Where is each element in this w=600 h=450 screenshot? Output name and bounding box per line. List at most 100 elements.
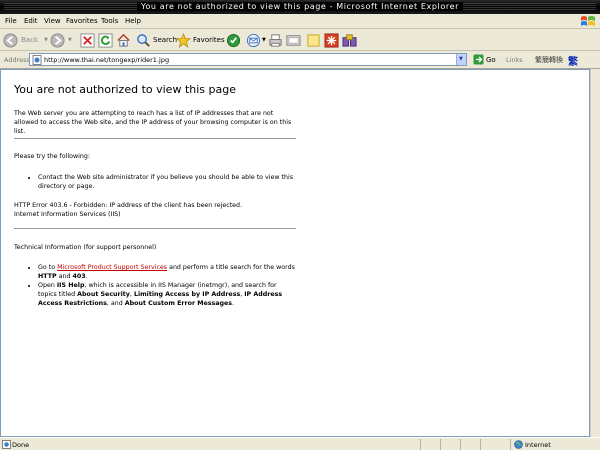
- page-icon: [32, 55, 42, 65]
- messenger-button[interactable]: [324, 31, 339, 49]
- error-page: You are not authorized to view this page…: [14, 83, 296, 308]
- tech-item-text: .: [85, 273, 88, 280]
- menu-file[interactable]: File: [5, 17, 17, 25]
- tech-item-text: Open: [38, 282, 57, 289]
- favorites-label: Favorites: [193, 36, 225, 44]
- tech-item-support: Go to Microsoft Product Support Services…: [38, 263, 296, 281]
- home-button[interactable]: [116, 31, 131, 49]
- stop-button[interactable]: [80, 31, 95, 49]
- menu-tools[interactable]: Tools: [101, 17, 118, 25]
- keyword-http: HTTP: [38, 273, 57, 280]
- traditional-chinese-button[interactable]: 繁: [568, 53, 578, 68]
- go-label: Go: [486, 55, 496, 64]
- topic-limiting-access: Limiting Access by IP Address: [133, 291, 241, 298]
- address-bar: Address http://www.thai.net/tongexp/ride…: [0, 51, 600, 69]
- page-status-icon: [2, 440, 11, 449]
- edit-page-icon: [286, 34, 301, 46]
- forward-dropdown-icon[interactable]: ▼: [68, 37, 72, 43]
- zone-label: Internet: [525, 441, 551, 449]
- home-icon: [117, 33, 130, 47]
- go-arrow-icon: [473, 54, 484, 65]
- research-button[interactable]: [342, 31, 357, 49]
- content-area[interactable]: You are not authorized to view this page…: [0, 69, 590, 437]
- status-divider: [440, 439, 441, 450]
- media-button[interactable]: [226, 31, 241, 49]
- tech-info-label: Technical Information (for support perso…: [14, 244, 157, 251]
- server-name-text: Internet Information Services (IIS): [14, 211, 121, 218]
- window-title-container: You are not authorized to view this page…: [0, 2, 600, 11]
- forward-arrow-icon: [50, 32, 65, 48]
- favorites-star-icon: [176, 32, 191, 48]
- security-zone[interactable]: Internet: [510, 439, 600, 450]
- keyword-403: 403: [72, 273, 86, 280]
- tech-item-text: Go to: [38, 264, 58, 271]
- windows-logo-icon: [581, 16, 595, 26]
- menu-bar: File Edit View Favorites Tools Help: [0, 14, 600, 29]
- messenger-icon: [324, 32, 339, 48]
- status-bar: Done Internet: [0, 437, 600, 450]
- forward-button[interactable]: ▼: [50, 31, 72, 49]
- research-icon: [342, 33, 357, 47]
- menu-view[interactable]: View: [44, 17, 61, 25]
- discuss-button[interactable]: [306, 31, 321, 49]
- suggestion-list: Contact the Web site administrator if yo…: [38, 173, 296, 191]
- status-text: Done: [12, 441, 30, 449]
- edit-button[interactable]: [286, 31, 301, 49]
- refresh-icon: [98, 32, 113, 48]
- mail-dropdown-icon[interactable]: ▼: [262, 37, 266, 43]
- topic-custom-errors: About Custom Error Messages: [124, 300, 233, 307]
- vertical-scrollbar[interactable]: [590, 69, 600, 437]
- page-heading: You are not authorized to view this page: [14, 83, 236, 96]
- toolbar: Back ▼ ▼ Search Favorites ▼: [0, 29, 600, 51]
- tech-item-iis-help: Open IIS Help, which is accessible in II…: [38, 281, 296, 308]
- chinese-convert-button[interactable]: 繁簡轉換: [535, 55, 563, 65]
- back-arrow-icon: [3, 32, 18, 48]
- back-button[interactable]: Back ▼: [3, 31, 48, 49]
- address-dropdown-button[interactable]: ▼: [456, 54, 466, 65]
- menu-edit[interactable]: Edit: [24, 17, 38, 25]
- discuss-note-icon: [307, 33, 320, 47]
- status-divider: [420, 439, 421, 450]
- menu-favorites[interactable]: Favorites: [66, 17, 98, 25]
- support-services-link[interactable]: Microsoft Product Support Services: [57, 264, 167, 271]
- links-button[interactable]: Links: [506, 56, 523, 64]
- status-divider: [480, 439, 481, 450]
- media-icon: [226, 33, 241, 47]
- mail-button[interactable]: ▼: [246, 31, 266, 49]
- search-icon: [137, 33, 150, 47]
- tech-item-text: and perform a title search for the words: [167, 264, 295, 271]
- status-divider: [460, 439, 461, 450]
- go-button[interactable]: Go: [473, 54, 496, 65]
- keyword-iis-help: IIS Help: [56, 282, 85, 289]
- chevron-down-icon: ▼: [459, 56, 463, 62]
- browser-window: You are not authorized to view this page…: [0, 0, 600, 450]
- stop-icon: [80, 32, 95, 48]
- divider: [14, 138, 296, 139]
- mail-icon: [246, 33, 261, 47]
- address-input[interactable]: http://www.thai.net/tongexp/rider1.jpg ▼: [29, 53, 467, 66]
- print-button[interactable]: [268, 31, 283, 49]
- tech-item-text: , and: [106, 300, 125, 307]
- search-label: Search: [153, 36, 178, 44]
- address-url: http://www.thai.net/tongexp/rider1.jpg: [44, 56, 170, 64]
- favorites-button[interactable]: Favorites: [176, 31, 225, 49]
- topic-about-security: About Security: [77, 291, 130, 298]
- menu-help[interactable]: Help: [125, 17, 141, 25]
- tech-item-text: .: [232, 300, 235, 307]
- refresh-button[interactable]: [98, 31, 113, 49]
- tech-item-text: and: [56, 273, 73, 280]
- try-label: Please try the following:: [14, 153, 90, 160]
- search-button[interactable]: Search: [136, 31, 177, 49]
- print-icon: [269, 33, 282, 47]
- error-code-text: HTTP Error 403.6 - Forbidden: IP address…: [14, 202, 243, 209]
- back-dropdown-icon[interactable]: ▼: [44, 37, 48, 43]
- window-title: You are not authorized to view this page…: [137, 2, 463, 11]
- divider: [14, 228, 296, 229]
- suggestion-item: Contact the Web site administrator if yo…: [38, 173, 296, 191]
- title-bar[interactable]: You are not authorized to view this page…: [0, 0, 600, 14]
- back-label: Back: [21, 36, 38, 44]
- address-label: Address: [4, 56, 30, 64]
- tech-info-list: Go to Microsoft Product Support Services…: [38, 263, 296, 308]
- internet-globe-icon: [514, 440, 523, 449]
- intro-text: The Web server you are attempting to rea…: [14, 110, 292, 135]
